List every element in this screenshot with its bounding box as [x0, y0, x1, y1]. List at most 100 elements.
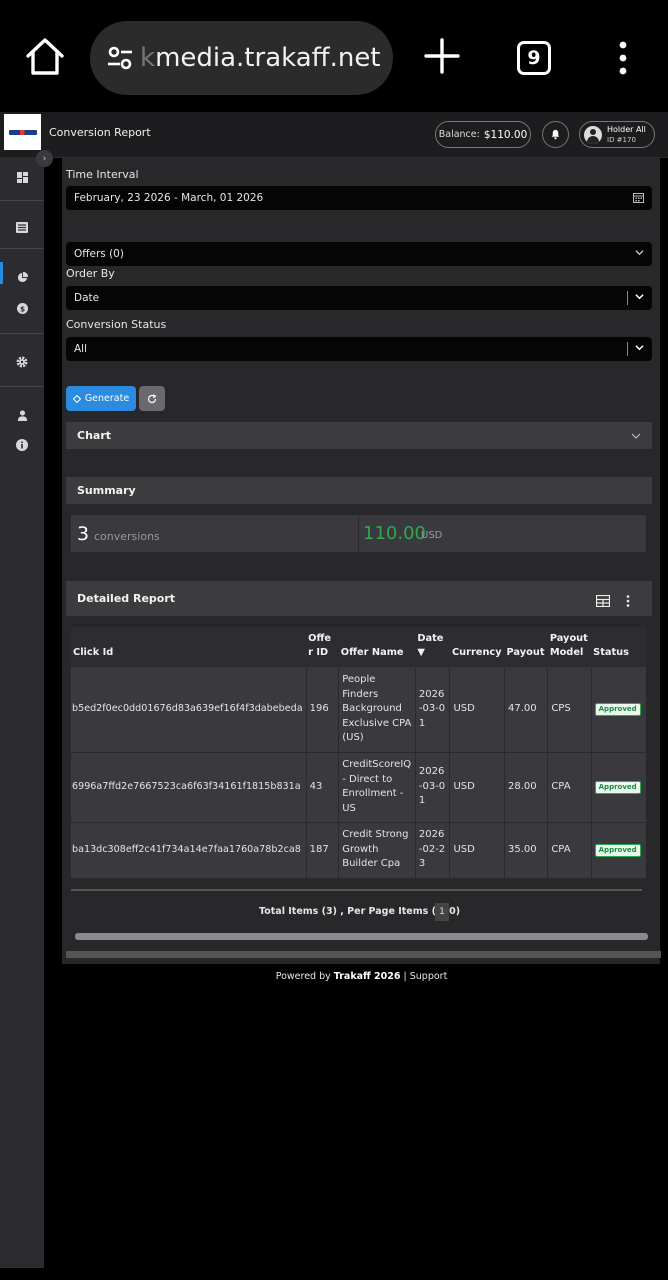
chevron-down-icon: [635, 345, 644, 351]
status-cell: Approved: [591, 822, 646, 879]
support-link[interactable]: Support: [410, 971, 448, 982]
payout-model-cell: CPS: [547, 667, 592, 753]
table-row[interactable]: b5ed2f0ec0dd01676d83a639ef16f4f3dabebeda…: [71, 667, 646, 753]
column-header[interactable]: Currency: [450, 627, 505, 667]
sidebar: $: [0, 158, 44, 1268]
chevron-down-icon: [635, 250, 644, 256]
url-prefix: k: [140, 43, 156, 73]
select-divider: [627, 291, 628, 305]
chart-panel-header[interactable]: Chart: [66, 422, 652, 449]
column-header-sorted[interactable]: Date ▼: [415, 627, 450, 667]
url-text: media.trakaff.net: [155, 43, 381, 73]
column-header[interactable]: Payout: [505, 627, 548, 667]
report-table-container: Click Id Offe r ID Offer Name Date ▼ Cur…: [71, 627, 646, 879]
site-settings-icon[interactable]: [106, 44, 134, 72]
conversions-count: 3: [77, 523, 90, 545]
more-menu-icon[interactable]: [614, 40, 632, 76]
detailed-report-title: Detailed Report: [77, 592, 176, 605]
balance-label: Balance:: [438, 129, 480, 140]
svg-text:$: $: [19, 304, 24, 313]
sidebar-item-reports[interactable]: [0, 268, 44, 286]
sidebar-item-billing[interactable]: $: [0, 299, 44, 317]
page-button[interactable]: 1: [435, 903, 449, 921]
time-interval-value: February, 23 2026 - March, 01 2026: [74, 192, 264, 204]
column-header[interactable]: Click Id: [71, 627, 306, 667]
user-name: Holder All: [607, 124, 646, 134]
chart-panel-title: Chart: [77, 429, 112, 442]
generate-button[interactable]: Generate: [66, 386, 136, 411]
column-header[interactable]: Offe r ID: [306, 627, 339, 667]
info-icon: [16, 439, 28, 451]
brand-logo[interactable]: [4, 114, 41, 150]
summary-divider: [358, 515, 359, 552]
payout-model-cell: CPA: [547, 752, 592, 823]
time-interval-input[interactable]: February, 23 2026 - March, 01 2026: [66, 186, 652, 210]
balance-badge[interactable]: Balance: $110.00: [435, 121, 531, 148]
sidebar-toggle-button[interactable]: ›: [36, 150, 53, 167]
currency-cell: USD: [449, 667, 506, 753]
sidebar-item-info[interactable]: [0, 436, 44, 454]
conversions-label: conversions: [94, 530, 160, 543]
tab-switcher-button[interactable]: 9: [517, 41, 551, 75]
summary-stats: 3 conversions 110.00 USD: [71, 515, 646, 552]
offer-name-cell: Credit Strong Growth Builder Cpa: [338, 822, 416, 879]
home-icon[interactable]: [24, 36, 66, 78]
column-header[interactable]: Payout Model: [548, 627, 591, 667]
sidebar-item-settings[interactable]: [0, 353, 44, 371]
status-cell: Approved: [591, 667, 646, 753]
status-badge: Approved: [594, 780, 641, 794]
footer-separator: |: [400, 971, 410, 982]
bell-icon: [551, 129, 560, 140]
chevron-down-icon: [631, 433, 641, 439]
offers-value: Offers (0): [74, 248, 124, 260]
offer-name-cell: CreditScoreIQ - Direct to Enrollment - U…: [338, 752, 416, 823]
browser-toolbar: k media.trakaff.net 9: [0, 0, 668, 112]
user-menu-button[interactable]: Holder All ID #170: [579, 121, 655, 148]
page-title: Conversion Report: [49, 126, 151, 139]
select-divider: [627, 342, 628, 356]
notifications-button[interactable]: [542, 121, 569, 148]
order-by-value: Date: [74, 292, 100, 304]
summary-amount: 110.00: [363, 523, 426, 544]
sidebar-divider: [0, 333, 44, 334]
click-id-cell: ba13dc308eff2c41f734a14e7faa1760a78b2ca8: [71, 822, 307, 879]
status-cell: Approved: [591, 752, 646, 823]
table-row[interactable]: 6996a7ffd2e7667523ca6f63f34161f1815b831a…: [71, 752, 646, 823]
date-cell: 2026-02-23: [415, 822, 451, 879]
pie-chart-icon: [17, 271, 28, 282]
payout-model-cell: CPA: [547, 822, 592, 879]
sidebar-item-profile[interactable]: [0, 406, 44, 424]
calendar-icon[interactable]: [633, 192, 644, 203]
offer-id-cell: 43: [306, 752, 340, 823]
address-bar[interactable]: k media.trakaff.net: [90, 21, 393, 95]
new-tab-icon[interactable]: [422, 36, 462, 76]
currency-cell: USD: [449, 822, 506, 879]
column-header[interactable]: Status: [591, 627, 646, 667]
table-view-icon[interactable]: [596, 595, 610, 607]
sidebar-item-list[interactable]: [0, 218, 44, 236]
order-by-select[interactable]: Date: [66, 286, 652, 310]
summary-panel-header: Summary: [66, 477, 652, 504]
kebab-menu-icon[interactable]: [626, 595, 630, 607]
reset-button[interactable]: [139, 386, 165, 411]
dollar-icon: $: [16, 302, 28, 314]
sidebar-item-dashboard[interactable]: [0, 168, 44, 186]
avatar: [584, 125, 602, 144]
generate-label: Generate: [84, 393, 130, 404]
footer-powered-by: Powered by: [275, 971, 334, 982]
logo-mark: [8, 129, 37, 135]
click-id-cell: 6996a7ffd2e7667523ca6f63f34161f1815b831a: [71, 752, 307, 823]
pagination-summary: Total Items (3) , Per Page Items (100): [259, 906, 461, 917]
conversion-status-select[interactable]: All: [66, 337, 652, 361]
sidebar-divider: [0, 386, 44, 387]
gear-icon: [16, 356, 28, 368]
currency-cell: USD: [449, 752, 506, 823]
horizontal-scrollbar[interactable]: [75, 933, 648, 940]
column-header[interactable]: Offer Name: [339, 627, 416, 667]
date-cell: 2026-03-01: [415, 752, 451, 823]
diamond-icon: [72, 394, 81, 403]
order-by-label: Order By: [66, 267, 115, 280]
offer-id-cell: 196: [306, 667, 340, 753]
offers-select[interactable]: Offers (0): [66, 242, 652, 266]
table-row[interactable]: ba13dc308eff2c41f734a14e7faa1760a78b2ca8…: [71, 822, 646, 879]
